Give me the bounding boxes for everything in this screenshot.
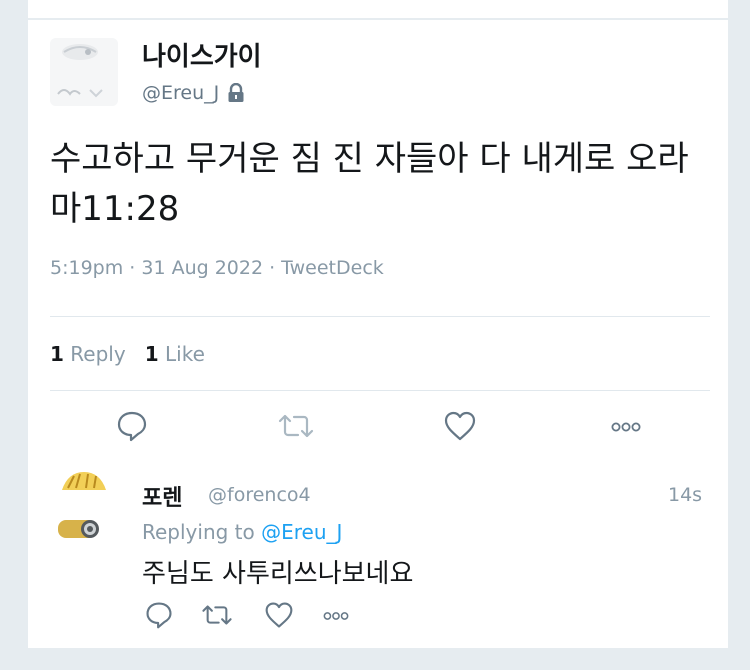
- reply-text: 주님도 사투리쓰나보네요: [142, 559, 414, 589]
- more-button[interactable]: [606, 412, 646, 442]
- retweet-icon: [200, 600, 234, 630]
- tweet-timestamp[interactable]: 5:19pm · 31 Aug 2022 · TweetDeck: [50, 257, 384, 279]
- like-button[interactable]: [440, 408, 480, 444]
- reply-author-avatar[interactable]: [54, 468, 116, 550]
- lock-icon: [227, 83, 245, 103]
- reply-count: 1: [50, 342, 64, 366]
- author-handle[interactable]: @Ereu_J: [142, 82, 219, 104]
- replying-to-label: Replying to: [142, 520, 255, 544]
- author-handle-row: @Ereu_J: [142, 82, 245, 104]
- reply-count-link[interactable]: 1 Reply: [50, 342, 126, 366]
- reply-icon: [144, 600, 174, 630]
- divider: [50, 390, 710, 391]
- author-name[interactable]: 나이스가이: [142, 36, 262, 73]
- like-icon: [442, 409, 478, 443]
- tweet-detail-column: 나이스가이 @Ereu_J 수고하고 무거운 짐 진 자들아 다 내게로 오라 …: [28, 0, 728, 670]
- avatar-image: [58, 472, 106, 538]
- reply-icon: [115, 409, 149, 443]
- reply-count-label: Reply: [70, 342, 126, 366]
- like-icon: [263, 600, 295, 630]
- like-count-link[interactable]: 1 Like: [145, 342, 205, 366]
- reply-author-handle[interactable]: @forenco4: [208, 484, 311, 506]
- reply-more-button[interactable]: [318, 603, 354, 629]
- reply-author-name[interactable]: 포렌: [142, 480, 182, 512]
- more-icon: [609, 420, 643, 434]
- reply-time[interactable]: 14s: [668, 484, 702, 506]
- reply-retweet-button[interactable]: [198, 598, 236, 632]
- replying-to-link[interactable]: @Ereu_J: [261, 520, 342, 544]
- retweet-button[interactable]: [274, 408, 318, 444]
- divider: [50, 316, 710, 317]
- avatar-image: [50, 38, 118, 106]
- reply-like-button[interactable]: [262, 598, 296, 632]
- reply-button[interactable]: [112, 408, 152, 444]
- like-count-label: Like: [165, 342, 205, 366]
- replying-to-line: Replying to @Ereu_J: [142, 520, 342, 544]
- tweet-text: 수고하고 무거운 짐 진 자들아 다 내게로 오라 마11:28: [50, 139, 689, 229]
- reply-reply-button[interactable]: [142, 598, 176, 632]
- retweet-icon: [276, 409, 316, 443]
- bottom-divider: [28, 648, 728, 670]
- author-avatar[interactable]: [50, 38, 118, 106]
- tweet-stats: 1 Reply 1 Like: [50, 342, 205, 366]
- top-divider: [28, 18, 728, 20]
- like-count: 1: [144, 342, 159, 366]
- more-icon: [321, 610, 351, 622]
